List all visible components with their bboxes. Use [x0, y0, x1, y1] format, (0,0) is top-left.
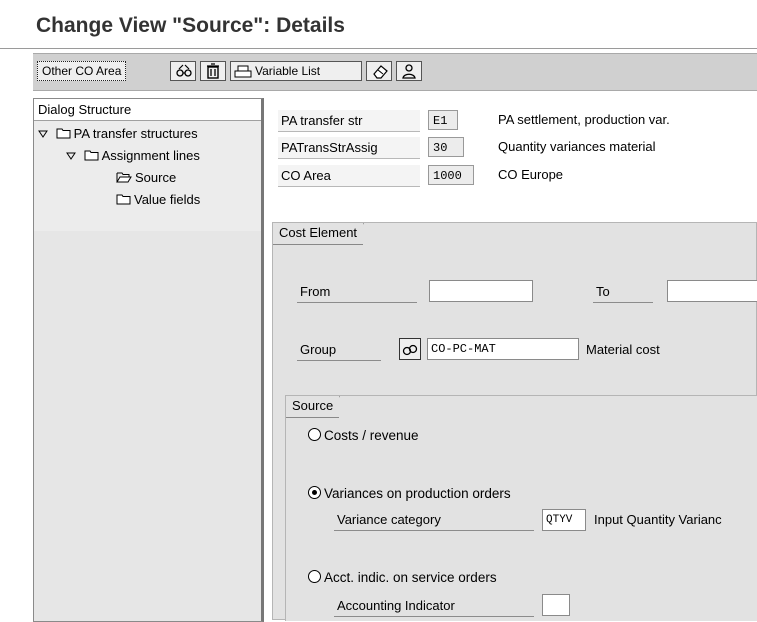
variance-category-input[interactable]: QTYV	[542, 509, 586, 531]
from-input[interactable]	[429, 280, 533, 302]
person-icon[interactable]	[396, 61, 422, 81]
folder-icon	[116, 190, 131, 212]
eraser-icon[interactable]	[366, 61, 392, 81]
tree-item-label: PA transfer structures	[73, 126, 198, 141]
field-label: PA transfer str	[278, 110, 420, 132]
tree-item-pa-transfer-structures[interactable]: PA transfer structures	[38, 123, 198, 145]
group-input[interactable]: CO-PC-MAT	[427, 338, 579, 360]
accounting-indicator-input[interactable]	[542, 594, 570, 616]
radio-label: Variances on production orders	[324, 486, 511, 501]
title-bar: Change View "Source": Details	[0, 0, 757, 49]
cost-element-section: Cost Element From To Group CO-PC-MAT Mat…	[272, 222, 757, 621]
glasses-icon[interactable]	[170, 61, 196, 81]
field-value: E1	[428, 110, 458, 130]
expand-triangle-icon[interactable]	[38, 123, 52, 145]
radio-costs-revenue[interactable]: Costs / revenue	[308, 426, 419, 446]
radio-label: Acct. indic. on service orders	[324, 570, 497, 585]
expand-triangle-icon[interactable]	[66, 145, 80, 167]
search-help-icon[interactable]	[399, 338, 421, 360]
source-section: Source Costs / revenue Variances on prod…	[285, 395, 757, 621]
dialog-structure-title: Dialog Structure	[34, 99, 261, 121]
tree-item-label: Value fields	[134, 192, 201, 207]
dialog-structure-panel: Dialog Structure PA transfer structures …	[33, 98, 264, 622]
to-input[interactable]	[667, 280, 757, 302]
application-toolbar: Other CO Area Variable List	[33, 53, 757, 91]
field-description: PA settlement, production var.	[498, 112, 670, 127]
accounting-indicator-label: Accounting Indicator	[334, 595, 534, 617]
field-label: PATransStrAssig	[278, 137, 420, 159]
radio-button[interactable]	[308, 486, 321, 499]
folder-icon	[56, 124, 71, 146]
radio-button[interactable]	[308, 570, 321, 583]
radio-variances-production-orders[interactable]: Variances on production orders	[308, 484, 511, 504]
tree-item-label: Assignment lines	[101, 148, 200, 163]
header-row-patransstrassig: PATransStrAssig 30 Quantity variances ma…	[278, 137, 748, 159]
open-folder-icon	[116, 168, 132, 190]
group-description: Material cost	[586, 342, 660, 357]
header-row-pa-transfer-str: PA transfer str E1 PA settlement, produc…	[278, 110, 748, 132]
page-title: Change View "Source": Details	[36, 14, 345, 37]
other-co-area-button[interactable]: Other CO Area	[37, 61, 127, 81]
field-value: 30	[428, 137, 464, 157]
trash-icon[interactable]	[200, 61, 226, 81]
folder-icon	[84, 146, 99, 168]
variable-list-label: Variable List	[255, 64, 321, 78]
field-description: CO Europe	[498, 167, 564, 182]
radio-acct-indic-service-orders[interactable]: Acct. indic. on service orders	[308, 568, 497, 588]
to-label: To	[593, 281, 653, 303]
group-label: Group	[297, 339, 381, 361]
tree-item-value-fields[interactable]: Value fields	[116, 189, 200, 211]
variance-category-description: Input Quantity Varianc	[594, 512, 722, 527]
tab-cost-element: Cost Element	[273, 223, 376, 245]
radio-label: Costs / revenue	[324, 428, 419, 443]
variable-list-button[interactable]: Variable List	[230, 61, 362, 81]
radio-button[interactable]	[308, 428, 321, 441]
field-label: CO Area	[278, 165, 420, 187]
from-label: From	[297, 281, 417, 303]
tree-item-assignment-lines[interactable]: Assignment lines	[66, 145, 200, 167]
field-value: 1000	[428, 165, 474, 185]
variance-category-label: Variance category	[334, 509, 534, 531]
tree-item-source[interactable]: Source	[116, 167, 176, 189]
tree-item-label: Source	[135, 170, 177, 185]
tab-source: Source	[286, 396, 352, 418]
field-description: Quantity variances material	[498, 139, 656, 154]
header-row-co-area: CO Area 1000 CO Europe	[278, 165, 748, 187]
